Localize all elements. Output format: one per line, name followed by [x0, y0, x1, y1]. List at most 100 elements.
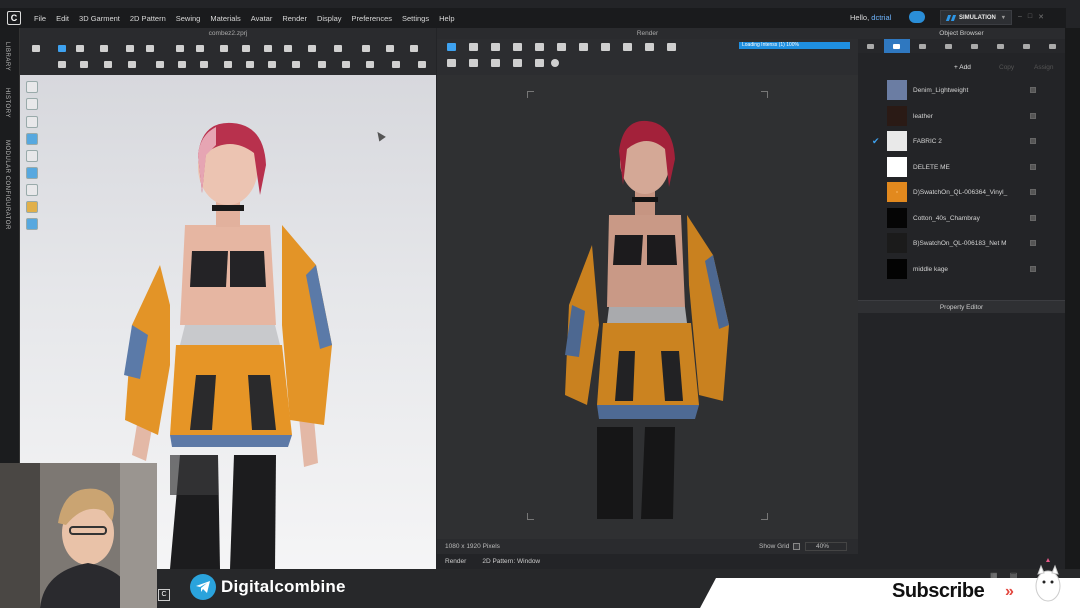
fabric-item[interactable]: D)SwatchOn_QL-006364_Vinyl_ [858, 180, 1065, 205]
render-resolution: 1080 x 1920 Pixels [445, 543, 500, 550]
viewport-3d-title: combez2.zprj [20, 28, 436, 39]
tab-render[interactable]: Render [437, 558, 474, 565]
fabric-name: Denim_Lightweight [913, 87, 969, 94]
tab-button[interactable] [910, 39, 936, 53]
tab-buttonhole[interactable] [936, 39, 962, 53]
minimize-icon[interactable]: – [1018, 13, 1022, 21]
fabric-item[interactable]: Cotton_40s_Chambray [858, 206, 1065, 231]
fabric-options-icon[interactable] [1030, 214, 1036, 221]
fabric-item[interactable]: leather [858, 104, 1065, 129]
more-icon [1048, 43, 1056, 49]
fabric-options-icon[interactable] [1030, 138, 1036, 144]
right-scrollbar[interactable] [1065, 28, 1080, 608]
telegram-icon [190, 574, 216, 600]
bottom-window-tabs: Render 2D Pattern: Window [437, 554, 858, 569]
left-dock-tabs: LIBRARY HISTORY MODULAR CONFIGURATOR [0, 28, 20, 463]
fabric-name: DELETE ME [913, 163, 950, 171]
fabric-item[interactable]: DELETE ME [858, 155, 1065, 180]
cat-mascot-icon [1035, 558, 1061, 602]
show-grid-checkbox[interactable] [793, 543, 800, 550]
maximize-icon[interactable]: □ [1028, 13, 1032, 21]
fabric-options-icon[interactable] [1030, 189, 1036, 195]
menu-file[interactable]: File [34, 14, 46, 23]
webcam-overlay [0, 463, 157, 608]
rendered-avatar-image [565, 120, 729, 519]
fabric-name: B)SwatchOn_QL-006183_Net M [913, 240, 1007, 247]
fabric-item[interactable]: Denim_Lightweight [858, 78, 1065, 103]
menu-settings[interactable]: Settings [402, 14, 429, 23]
fabric-options-icon[interactable] [1030, 87, 1036, 93]
menu-render[interactable]: Render [282, 14, 307, 23]
show-grid-label: Show Grid [759, 543, 790, 550]
fabric-swatch[interactable] [887, 131, 907, 151]
channel-name: Digitalcombine [221, 577, 346, 596]
menu-bar: C File Edit 3D Garment 2D Pattern Sewing… [0, 8, 1066, 28]
fabric-name: D)SwatchOn_QL-006364_Vinyl_ [913, 189, 1008, 196]
chevron-down-icon: ▾ [1001, 15, 1005, 21]
fabric-item[interactable]: B)SwatchOn_QL-006183_Net M [858, 231, 1065, 256]
fabric-swatch[interactable] [887, 105, 907, 126]
topstitch-icon [970, 43, 978, 49]
subscribe-banner[interactable]: Subscribe » [700, 578, 1080, 608]
subscribe-band [700, 578, 1080, 608]
clo-taskbar-icon[interactable]: C [158, 589, 170, 601]
tab-topstitch[interactable] [962, 39, 988, 53]
garment-tools-icons[interactable] [20, 39, 436, 75]
fabric-options-icon[interactable] [1030, 112, 1036, 119]
window-controls: – □ ✕ [1018, 13, 1044, 21]
menu-2d-pattern[interactable]: 2D Pattern [130, 14, 166, 23]
menu-avatar[interactable]: Avatar [251, 14, 273, 23]
fabric-options-icon[interactable] [1030, 240, 1036, 246]
fabric-swatch[interactable] [887, 80, 907, 100]
tab-more[interactable] [1039, 39, 1065, 53]
tab-library[interactable]: LIBRARY [4, 42, 10, 71]
fabric-swatch[interactable] [887, 233, 907, 253]
fabric-options-icon[interactable] [1030, 163, 1036, 170]
tab-modular-configurator[interactable]: MODULAR CONFIGURATOR [4, 140, 10, 230]
render-preview-area [437, 75, 858, 539]
tab-2d-pattern-window[interactable]: 2D Pattern: Window [474, 558, 548, 565]
fabric-item[interactable]: middle kage [858, 257, 1065, 282]
add-label: Add [959, 64, 971, 71]
button-icon [919, 43, 927, 49]
tab-scene-list[interactable] [858, 39, 884, 53]
property-editor-panel [858, 313, 1065, 569]
fabric-item[interactable]: ✔ FABRIC 2 [858, 129, 1065, 154]
list-icon [867, 43, 875, 49]
menu-display[interactable]: Display [317, 14, 342, 23]
menu-help[interactable]: Help [439, 14, 454, 23]
menu-preferences[interactable]: Preferences [352, 14, 392, 23]
simulation-mode-button[interactable]: SIMULATION ▾ [940, 10, 1012, 25]
menu-edit[interactable]: Edit [56, 14, 69, 23]
trim-icon [996, 43, 1004, 49]
tab-graphic[interactable] [1013, 39, 1039, 53]
menu-materials[interactable]: Materials [210, 14, 240, 23]
fabric-options-icon[interactable] [1030, 265, 1036, 272]
fabric-list: Denim_Lightweightleather ✔ FABRIC 2 DELETE … [858, 78, 1065, 284]
double-chevron-icon: » [1005, 583, 1014, 600]
object-browser-title: Object Browser [858, 28, 1065, 39]
add-fabric-button[interactable]: + Add [954, 64, 971, 71]
menu-sewing[interactable]: Sewing [176, 14, 201, 23]
greeting-text: Hello, [850, 13, 870, 22]
fabric-swatch[interactable] [887, 182, 907, 202]
copy-button[interactable]: Copy [999, 64, 1014, 71]
presenter-video-frame [0, 463, 157, 608]
simulation-icon [945, 14, 957, 21]
assign-button[interactable]: Assign [1034, 64, 1054, 71]
close-icon[interactable]: ✕ [1038, 13, 1044, 21]
tab-trim[interactable] [987, 39, 1013, 53]
tab-fabric[interactable] [883, 39, 910, 53]
fabric-swatch[interactable] [887, 207, 907, 228]
zoom-field[interactable]: 40% [805, 542, 847, 551]
fabric-icon [893, 43, 901, 49]
channel-watermark: Digitalcombine [190, 573, 346, 601]
checkmark-icon: ✔ [872, 136, 880, 146]
tab-history[interactable]: HISTORY [4, 88, 10, 118]
fabric-swatch[interactable] [887, 258, 907, 279]
render-tool-icons[interactable] [437, 39, 737, 75]
fabric-swatch[interactable] [887, 156, 907, 177]
menu-3d-garment[interactable]: 3D Garment [79, 14, 120, 23]
user-greeting[interactable]: Hello, dctrial [850, 13, 891, 22]
cloud-icon[interactable] [909, 11, 925, 23]
